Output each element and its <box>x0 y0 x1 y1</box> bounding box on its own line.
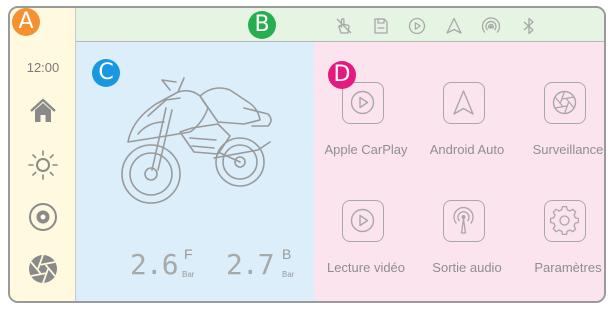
android-auto-icon[interactable] <box>443 82 485 124</box>
wireless-icon <box>481 16 501 36</box>
back-pressure-unit: Bar <box>282 270 295 279</box>
head-unit-screen: 12:00 2.6 F Bar 2.7 B Bar Apple CarPlay … <box>8 6 606 303</box>
home-icon[interactable] <box>26 94 60 128</box>
disc-icon[interactable] <box>26 200 60 234</box>
clock: 12:00 <box>26 60 60 75</box>
aperture-icon[interactable] <box>26 252 60 286</box>
back-tire-pressure: 2.7 B Bar <box>226 246 294 281</box>
front-position-label: F <box>184 246 193 262</box>
back-pressure-value: 2.7 <box>226 248 275 281</box>
carplay-icon[interactable] <box>342 82 384 124</box>
sd-card-icon <box>371 16 391 36</box>
sidebar: 12:00 <box>10 8 76 301</box>
zone-a-badge: A <box>12 8 40 36</box>
bluetooth-icon <box>519 16 539 36</box>
app-label: Paramètres <box>534 260 602 275</box>
app-label: Surveillance <box>532 142 604 157</box>
video-play-icon[interactable] <box>342 200 384 242</box>
zone-c-badge: C <box>92 59 120 87</box>
front-tire-pressure: 2.6 F Bar <box>130 246 194 281</box>
settings-icon[interactable] <box>544 200 586 242</box>
carplay-icon <box>407 16 427 36</box>
zone-b-badge: B <box>248 11 276 39</box>
android-auto-icon <box>444 16 464 36</box>
brightness-icon[interactable] <box>26 148 60 182</box>
status-bar <box>76 8 604 42</box>
app-grid: Apple CarPlay Android Auto Surveillance … <box>314 42 604 301</box>
aperture-icon[interactable] <box>544 82 586 124</box>
front-pressure-value: 2.6 <box>130 248 179 281</box>
zone-d-badge: D <box>328 61 356 89</box>
front-pressure-unit: Bar <box>182 270 195 279</box>
back-position-label: B <box>282 246 292 262</box>
motorcycle-illustration <box>118 62 278 216</box>
audio-output-icon[interactable] <box>443 200 485 242</box>
no-touch-icon <box>334 16 354 36</box>
